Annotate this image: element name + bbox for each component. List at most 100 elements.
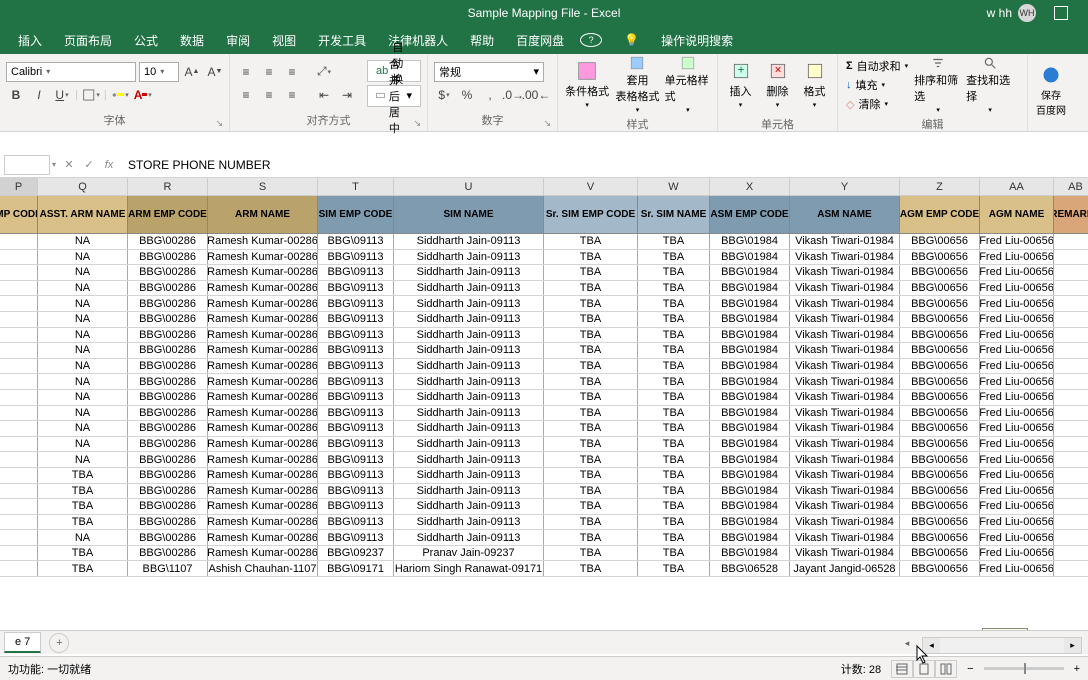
- column-header-P[interactable]: P: [0, 178, 38, 195]
- cell[interactable]: Siddharth Jain-09113: [394, 265, 544, 280]
- sheet-tab[interactable]: e 7: [4, 632, 41, 653]
- cell[interactable]: Vikash Tiwari-01984: [790, 515, 900, 530]
- cell[interactable]: TBA: [638, 468, 710, 483]
- cell[interactable]: Pranav Jain-09237: [394, 546, 544, 561]
- cell[interactable]: NA: [38, 390, 128, 405]
- cell[interactable]: Siddharth Jain-09113: [394, 281, 544, 296]
- scroll-left-arrow[interactable]: ◂: [900, 638, 914, 653]
- column-header-S[interactable]: S: [208, 178, 318, 195]
- column-header-R[interactable]: R: [128, 178, 208, 195]
- cell[interactable]: Ramesh Kumar-00286: [208, 530, 318, 545]
- cell[interactable]: Fred Liu-00656: [980, 343, 1054, 358]
- fill-color-button[interactable]: ▾: [110, 85, 130, 105]
- table-row[interactable]: NABBG\00286Ramesh Kumar-00286BBG\09113Si…: [0, 296, 1088, 312]
- cell[interactable]: NA: [38, 328, 128, 343]
- cell[interactable]: BBG\00656: [900, 343, 980, 358]
- cell[interactable]: Vikash Tiwari-01984: [790, 437, 900, 452]
- cell[interactable]: BBG\09113: [318, 390, 394, 405]
- table-row[interactable]: NABBG\00286Ramesh Kumar-00286BBG\09113Si…: [0, 359, 1088, 375]
- indent-inc-icon[interactable]: ⇥: [337, 85, 357, 105]
- cell[interactable]: BBG\00286: [128, 328, 208, 343]
- cell[interactable]: BBG\06528: [710, 561, 790, 576]
- cell[interactable]: NA: [38, 281, 128, 296]
- cell[interactable]: BBG\09237: [318, 546, 394, 561]
- cell[interactable]: BBG\09113: [318, 296, 394, 311]
- cell[interactable]: [1054, 406, 1088, 421]
- cell[interactable]: [1054, 468, 1088, 483]
- cell[interactable]: [1054, 484, 1088, 499]
- cell[interactable]: TBA: [638, 452, 710, 467]
- cell[interactable]: [1054, 452, 1088, 467]
- cell[interactable]: Siddharth Jain-09113: [394, 499, 544, 514]
- cell[interactable]: [1054, 561, 1088, 576]
- cell[interactable]: Ramesh Kumar-00286: [208, 452, 318, 467]
- cell[interactable]: Vikash Tiwari-01984: [790, 234, 900, 249]
- indent-dec-icon[interactable]: ⇤: [314, 85, 334, 105]
- name-box[interactable]: [4, 155, 50, 175]
- cell[interactable]: Fred Liu-00656: [980, 452, 1054, 467]
- inc-decimal-icon[interactable]: .0→: [503, 85, 523, 105]
- cell[interactable]: BBG\01984: [710, 530, 790, 545]
- cell[interactable]: BBG\00286: [128, 250, 208, 265]
- align-right-icon[interactable]: ≡: [282, 85, 302, 105]
- cell[interactable]: [1054, 390, 1088, 405]
- cell[interactable]: TBA: [638, 546, 710, 561]
- orientation-icon[interactable]: ⤢▾: [314, 62, 334, 82]
- cell[interactable]: Vikash Tiwari-01984: [790, 468, 900, 483]
- cell[interactable]: BBG\01984: [710, 437, 790, 452]
- cell[interactable]: Ramesh Kumar-00286: [208, 515, 318, 530]
- cell[interactable]: [0, 452, 38, 467]
- cell[interactable]: BBG\01984: [710, 468, 790, 483]
- percent-icon[interactable]: %: [457, 85, 477, 105]
- cell[interactable]: Vikash Tiwari-01984: [790, 390, 900, 405]
- scroll-arrow-right-icon[interactable]: ▸: [1064, 638, 1081, 653]
- cell[interactable]: [1054, 265, 1088, 280]
- tab-layout[interactable]: 页面布局: [54, 28, 122, 53]
- table-row[interactable]: NABBG\00286Ramesh Kumar-00286BBG\09113Si…: [0, 437, 1088, 453]
- column-header-W[interactable]: W: [638, 178, 710, 195]
- cell[interactable]: Fred Liu-00656: [980, 374, 1054, 389]
- cell[interactable]: Siddharth Jain-09113: [394, 390, 544, 405]
- cell[interactable]: BBG\09113: [318, 265, 394, 280]
- cell[interactable]: BBG\09113: [318, 281, 394, 296]
- cell[interactable]: [0, 296, 38, 311]
- cell[interactable]: BBG\00286: [128, 343, 208, 358]
- launcher-icon[interactable]: ↘: [413, 118, 421, 129]
- cell[interactable]: Fred Liu-00656: [980, 468, 1054, 483]
- cell[interactable]: BBG\01984: [710, 250, 790, 265]
- cell[interactable]: Ramesh Kumar-00286: [208, 468, 318, 483]
- cell[interactable]: TBA: [638, 390, 710, 405]
- cell[interactable]: Fred Liu-00656: [980, 234, 1054, 249]
- cell[interactable]: [1054, 250, 1088, 265]
- cell[interactable]: NA: [38, 374, 128, 389]
- font-color-button[interactable]: A▾: [133, 85, 153, 105]
- cell[interactable]: BBG\00656: [900, 406, 980, 421]
- cell[interactable]: BBG\00656: [900, 530, 980, 545]
- cell[interactable]: BBG\00286: [128, 452, 208, 467]
- header-cell[interactable]: SIM EMP CODE: [318, 196, 394, 234]
- cell[interactable]: Ramesh Kumar-00286: [208, 296, 318, 311]
- cell[interactable]: TBA: [544, 328, 638, 343]
- cell[interactable]: BBG\09113: [318, 530, 394, 545]
- cell[interactable]: Ramesh Kumar-00286: [208, 437, 318, 452]
- cell[interactable]: BBG\00286: [128, 265, 208, 280]
- tab-view[interactable]: 视图: [262, 28, 306, 53]
- cell[interactable]: Siddharth Jain-09113: [394, 421, 544, 436]
- cell[interactable]: Ramesh Kumar-00286: [208, 265, 318, 280]
- dec-decimal-icon[interactable]: .00←: [526, 85, 546, 105]
- table-row[interactable]: NABBG\00286Ramesh Kumar-00286BBG\09113Si…: [0, 390, 1088, 406]
- cell[interactable]: TBA: [544, 281, 638, 296]
- cell[interactable]: BBG\01984: [710, 281, 790, 296]
- cell[interactable]: TBA: [638, 265, 710, 280]
- insert-cells-button[interactable]: +插入▾: [724, 56, 757, 114]
- format-cells-button[interactable]: 格式▾: [798, 56, 831, 114]
- formula-input[interactable]: [122, 155, 1088, 175]
- cell[interactable]: Siddharth Jain-09113: [394, 312, 544, 327]
- cell[interactable]: TBA: [544, 499, 638, 514]
- fill-button[interactable]: ↓填充▾: [844, 76, 910, 94]
- ribbon-display-icon[interactable]: [1054, 6, 1068, 20]
- cell[interactable]: [0, 468, 38, 483]
- cell[interactable]: BBG\09113: [318, 250, 394, 265]
- cell[interactable]: NA: [38, 359, 128, 374]
- cell[interactable]: [0, 484, 38, 499]
